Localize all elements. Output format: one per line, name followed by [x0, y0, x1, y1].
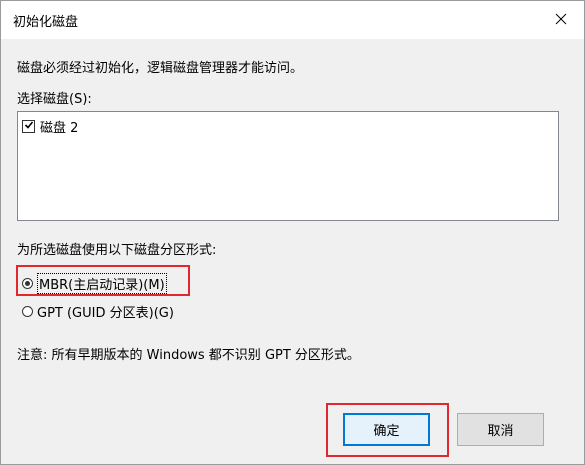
initialize-disk-dialog: 初始化磁盘 磁盘必须经过初始化，逻辑磁盘管理器才能访问。 选择磁盘(S): 磁盘…: [0, 0, 585, 465]
partition-style-label: 为所选磁盘使用以下磁盘分区形式:: [17, 243, 217, 258]
disk-list[interactable]: 磁盘 2: [17, 111, 559, 221]
list-item-disk-2[interactable]: 磁盘 2: [22, 117, 78, 136]
disk-label: 磁盘 2: [40, 121, 79, 136]
select-disk-label: 选择磁盘(S):: [17, 92, 92, 107]
window-title: 初始化磁盘: [13, 15, 79, 30]
gpt-option[interactable]: GPT (GUID 分区表)(G): [22, 302, 174, 321]
gpt-label: GPT (GUID 分区表)(G): [37, 306, 174, 321]
title-bar: 初始化磁盘: [1, 1, 584, 39]
mbr-highlight-box: [16, 265, 190, 296]
note-text: 注意: 所有早期版本的 Windows 都不识别 GPT 分区形式。: [17, 348, 360, 363]
gpt-radio[interactable]: [22, 306, 33, 317]
close-icon: [555, 13, 567, 25]
ok-highlight-box: [326, 403, 449, 457]
cancel-button[interactable]: 取消: [457, 413, 544, 446]
close-button[interactable]: [538, 1, 584, 37]
disk-checkbox[interactable]: [22, 120, 35, 133]
checkmark-icon: [24, 119, 34, 134]
description-text: 磁盘必须经过初始化，逻辑磁盘管理器才能访问。: [17, 61, 304, 76]
